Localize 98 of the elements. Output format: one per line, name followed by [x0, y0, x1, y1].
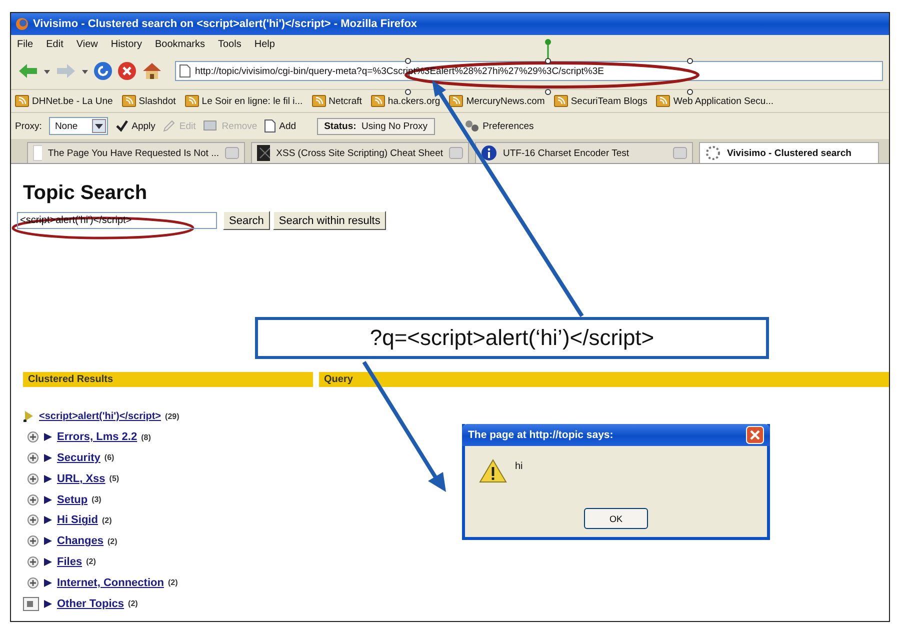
proxy-select[interactable]: None [48, 117, 108, 135]
triangle-icon [43, 494, 53, 505]
cluster-count: (2) [168, 578, 178, 588]
cluster-link[interactable]: Changes [57, 535, 104, 548]
status-field: Status: Using No Proxy [317, 118, 435, 134]
cluster-count: (6) [104, 453, 114, 462]
menu-item[interactable]: View [76, 38, 98, 50]
cluster-count: (8) [141, 432, 151, 442]
rss-folder-icon [184, 94, 199, 108]
dropdown-icon [92, 119, 106, 133]
menu-item[interactable]: Tools [218, 38, 242, 50]
expand-icon[interactable] [27, 431, 39, 444]
triangle-icon [43, 452, 53, 463]
checkmark-icon [114, 119, 129, 133]
expand-icon[interactable] [27, 535, 39, 548]
cluster-link[interactable]: Errors, Lms 2.2 [57, 431, 138, 444]
cluster-count: (2) [107, 536, 118, 546]
expand-icon[interactable] [27, 556, 39, 568]
toolbar-button[interactable]: Apply [114, 119, 156, 133]
site-icon [257, 145, 270, 161]
cluster-link[interactable]: <script>alert('hi')</script> [39, 410, 162, 422]
cluster-link[interactable]: Files [57, 556, 82, 568]
blank-page-icon [33, 145, 42, 161]
expand-icon[interactable] [27, 514, 39, 526]
bookmark-item[interactable]: Le Soir en ligne: le fil i... [184, 94, 303, 108]
triangle-icon [43, 474, 53, 484]
expand-icon[interactable] [27, 494, 39, 506]
bookmark-item[interactable]: Web Application Secu... [656, 94, 774, 108]
expand-icon[interactable] [27, 576, 39, 589]
menu-item[interactable]: Help [254, 38, 275, 50]
cluster-count: (5) [109, 474, 120, 484]
tree-root-icon [23, 410, 35, 422]
triangle-icon [43, 515, 53, 526]
bookmark-item[interactable]: Slashdot [122, 94, 176, 108]
expand-icon[interactable] [27, 452, 39, 464]
pencil-icon [162, 119, 176, 133]
results-header: Clustered Results [23, 372, 313, 387]
rss-folder-icon [15, 94, 29, 108]
rss-folder-icon [554, 94, 568, 108]
browser-tab[interactable]: XSS (Cross Site Scripting) Cheat Sheet [251, 142, 469, 163]
warning-icon [479, 458, 507, 484]
stop-icon[interactable] [117, 61, 137, 81]
folder-box-icon[interactable] [23, 596, 39, 611]
cluster-link[interactable]: Hi Sigid [57, 514, 98, 526]
dialog-message: hi [515, 461, 523, 472]
cluster-count: (2) [86, 557, 96, 566]
triangle-icon [43, 556, 53, 567]
menu-item[interactable]: File [17, 38, 34, 50]
page-icon [179, 64, 191, 78]
expand-icon[interactable] [27, 472, 39, 485]
browser-logo-icon [15, 17, 29, 31]
triangle-icon [43, 598, 53, 609]
page-heading: Topic Search [23, 182, 148, 205]
page-icon [264, 119, 276, 133]
reload-icon[interactable] [93, 61, 113, 81]
loading-icon [705, 145, 721, 161]
search-button[interactable]: Search [223, 211, 270, 230]
info-icon [481, 145, 497, 161]
bookmark-item[interactable]: SecuriTeam Blogs [554, 94, 648, 108]
monitor-icon [202, 119, 219, 133]
triangle-icon [43, 536, 53, 546]
menu-item[interactable]: Edit [46, 38, 64, 50]
proxy-label: Proxy: [15, 120, 42, 132]
bookmark-item[interactable]: MercuryNews.com [449, 94, 545, 108]
callout-box: ?q=<script>alert(‘hi’)</script> [255, 317, 769, 359]
rss-folder-icon [656, 94, 670, 108]
menu-item[interactable]: History [110, 38, 142, 50]
search-button[interactable]: Search within results [272, 211, 386, 230]
cluster-link[interactable]: Other Topics [57, 598, 124, 610]
cluster-count: (3) [92, 495, 102, 504]
bookmark-item[interactable]: DHNet.be - La Une [15, 94, 113, 108]
results-header: Query [319, 372, 889, 387]
cluster-link[interactable]: Security [57, 452, 100, 464]
home-icon[interactable] [141, 61, 163, 81]
menu-item[interactable]: Bookmarks [154, 38, 205, 50]
browser-tab[interactable]: Vivisimo - Clustered search [699, 142, 879, 163]
bookmark-item[interactable]: ha.ckers.org [370, 94, 440, 108]
cluster-count: (2) [102, 516, 112, 525]
preferences-button[interactable]: Preferences [464, 119, 534, 133]
browser-tab[interactable]: UTF-16 Charset Encoder Test [475, 142, 693, 163]
cluster-link[interactable]: URL, Xss [57, 472, 106, 485]
window-title: Vivisimo - Clustered search on <script>alert('hi')</script> - Mozilla Firefox [33, 18, 418, 30]
gears-icon [464, 119, 480, 133]
cluster-link[interactable]: Internet, Connection [57, 576, 164, 589]
rss-folder-icon [370, 94, 385, 108]
toolbar-button[interactable]: Add [264, 119, 296, 133]
browser-tab[interactable]: The Page You Have Requested Is Not ... [27, 142, 245, 163]
triangle-icon [43, 432, 53, 442]
cluster-count: (29) [165, 412, 180, 421]
cluster-count: (2) [128, 599, 138, 608]
cluster-link[interactable]: Setup [57, 494, 88, 506]
triangle-icon [43, 578, 53, 588]
rss-folder-icon [122, 94, 136, 108]
dialog-title: The page at http://topic says: [468, 429, 614, 441]
rss-folder-icon [312, 94, 326, 108]
ok-button[interactable]: OK [584, 508, 648, 529]
rss-folder-icon [449, 94, 464, 108]
bookmark-item[interactable]: Netcraft [312, 94, 362, 108]
